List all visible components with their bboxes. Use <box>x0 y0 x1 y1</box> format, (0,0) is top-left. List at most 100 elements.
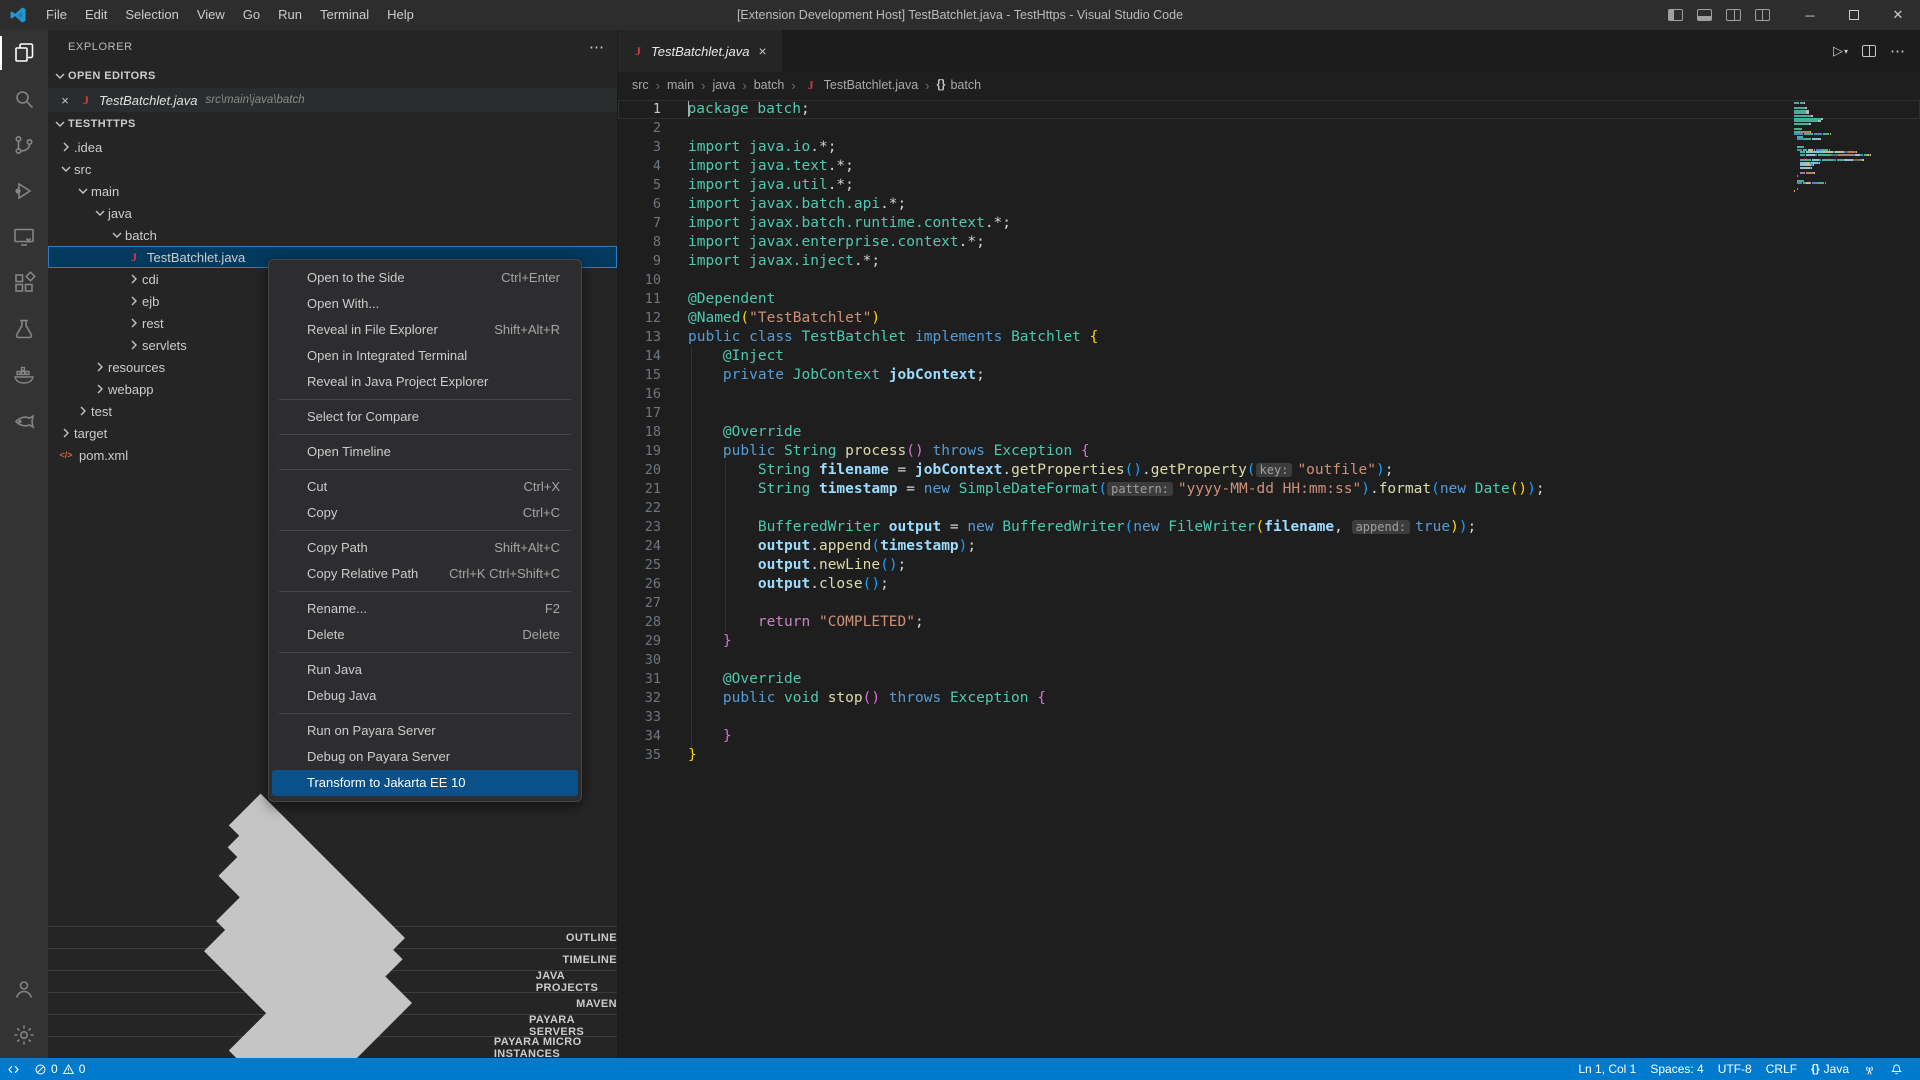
code-line[interactable]: 15 private JobContext jobContext; <box>618 366 1920 385</box>
breadcrumb-item-main[interactable]: main <box>667 78 694 92</box>
context-menu-item-open-timeline[interactable]: Open Timeline <box>272 439 578 465</box>
code-line[interactable]: 9import javax.inject.*; <box>618 252 1920 271</box>
code-line[interactable]: 27 <box>618 594 1920 613</box>
menubar-item-selection[interactable]: Selection <box>116 0 187 30</box>
breadcrumb-item-java[interactable]: java <box>712 78 735 92</box>
run-debug-icon[interactable] <box>0 168 48 214</box>
code-line[interactable]: 24 output.append(timestamp); <box>618 537 1920 556</box>
context-menu-item-open-with[interactable]: Open With... <box>272 291 578 317</box>
code-line[interactable]: 7import javax.batch.runtime.context.*; <box>618 214 1920 233</box>
code-line[interactable]: 34 } <box>618 727 1920 746</box>
close-button[interactable]: ✕ <box>1876 0 1920 30</box>
code-line[interactable]: 30 <box>618 651 1920 670</box>
tree-item-main[interactable]: main <box>48 180 617 202</box>
code-line[interactable]: 16 <box>618 385 1920 404</box>
customize-layout-icon[interactable] <box>1755 9 1770 21</box>
toggle-secondary-sidebar-icon[interactable] <box>1726 9 1741 21</box>
breadcrumb-item-src[interactable]: src <box>632 78 649 92</box>
code-editor[interactable]: 1package batch;23import java.io.*;4impor… <box>618 98 1920 1058</box>
context-menu-item-reveal-in-java-project-explorer[interactable]: Reveal in Java Project Explorer <box>272 369 578 395</box>
open-editors-header[interactable]: OPEN EDITORS <box>48 64 617 88</box>
menubar-item-edit[interactable]: Edit <box>76 0 116 30</box>
code-line[interactable]: 20 String filename = jobContext.getPrope… <box>618 461 1920 480</box>
code-line[interactable]: 11@Dependent <box>618 290 1920 309</box>
code-line[interactable]: 3import java.io.*; <box>618 138 1920 157</box>
context-menu-item-cut[interactable]: CutCtrl+X <box>272 474 578 500</box>
code-line[interactable]: 25 output.newLine(); <box>618 556 1920 575</box>
source-control-icon[interactable] <box>0 122 48 168</box>
context-menu-item-open-in-integrated-terminal[interactable]: Open in Integrated Terminal <box>272 343 578 369</box>
tree-item-idea[interactable]: .idea <box>48 136 617 158</box>
menubar-item-view[interactable]: View <box>188 0 234 30</box>
maximize-button[interactable] <box>1832 0 1876 30</box>
status-language-mode[interactable]: {}Java <box>1804 1058 1856 1080</box>
context-menu-item-select-for-compare[interactable]: Select for Compare <box>272 404 578 430</box>
context-menu-item-copy-relative-path[interactable]: Copy Relative PathCtrl+K Ctrl+Shift+C <box>272 561 578 587</box>
status-indentation[interactable]: Spaces: 4 <box>1643 1058 1710 1080</box>
remote-indicator[interactable] <box>0 1058 27 1080</box>
status-eol[interactable]: CRLF <box>1759 1058 1804 1080</box>
explorer-icon[interactable] <box>0 30 48 76</box>
status-cursor-position[interactable]: Ln 1, Col 1 <box>1571 1058 1643 1080</box>
minimap[interactable] <box>1794 102 1904 193</box>
menubar-item-help[interactable]: Help <box>378 0 423 30</box>
containers-icon[interactable] <box>0 352 48 398</box>
tree-item-java[interactable]: java <box>48 202 617 224</box>
toggle-panel-icon[interactable] <box>1697 9 1712 21</box>
accounts-icon[interactable] <box>0 966 48 1012</box>
code-line[interactable]: 28 return "COMPLETED"; <box>618 613 1920 632</box>
tree-item-src[interactable]: src <box>48 158 617 180</box>
status-notifications[interactable] <box>1883 1058 1910 1080</box>
minimize-button[interactable]: ─ <box>1788 0 1832 30</box>
close-editor-icon[interactable]: × <box>56 93 74 108</box>
code-line[interactable]: 19 public String process() throws Except… <box>618 442 1920 461</box>
context-menu-item-copy[interactable]: CopyCtrl+C <box>272 500 578 526</box>
code-line[interactable]: 33 <box>618 708 1920 727</box>
code-line[interactable]: 6import javax.batch.api.*; <box>618 195 1920 214</box>
code-line[interactable]: 21 String timestamp = new SimpleDateForm… <box>618 480 1920 499</box>
settings-icon[interactable] <box>0 1012 48 1058</box>
code-line[interactable]: 17 <box>618 404 1920 423</box>
project-section-header[interactable]: TESTHTTPS <box>48 112 617 136</box>
remote-explorer-icon[interactable] <box>0 214 48 260</box>
code-line[interactable]: 23 BufferedWriter output = new BufferedW… <box>618 518 1920 537</box>
panel-header-payara-micro-instances[interactable]: PAYARA MICRO INSTANCES <box>48 1036 617 1058</box>
context-menu-item-copy-path[interactable]: Copy PathShift+Alt+C <box>272 535 578 561</box>
split-editor-icon[interactable] <box>1862 45 1876 57</box>
status-encoding[interactable]: UTF-8 <box>1711 1058 1759 1080</box>
context-menu-item-debug-java[interactable]: Debug Java <box>272 683 578 709</box>
breadcrumb-item-testbatchlet-java[interactable]: JTestBatchlet.java <box>803 78 919 93</box>
code-line[interactable]: 8import javax.enterprise.context.*; <box>618 233 1920 252</box>
run-button[interactable]: ▷▾ <box>1833 43 1848 59</box>
code-line[interactable]: 4import java.text.*; <box>618 157 1920 176</box>
menubar-item-terminal[interactable]: Terminal <box>311 0 378 30</box>
search-icon[interactable] <box>0 76 48 122</box>
tree-item-batch[interactable]: batch <box>48 224 617 246</box>
explorer-more-actions-icon[interactable]: ⋯ <box>589 38 605 56</box>
tab-testbatchlet[interactable]: J TestBatchlet.java × <box>618 30 783 72</box>
open-editor-item[interactable]: × J TestBatchlet.java src\main\java\batc… <box>48 88 617 112</box>
code-line[interactable]: 22 <box>618 499 1920 518</box>
code-line[interactable]: 13public class TestBatchlet implements B… <box>618 328 1920 347</box>
context-menu-item-open-to-the-side[interactable]: Open to the SideCtrl+Enter <box>272 265 578 291</box>
menubar-item-go[interactable]: Go <box>234 0 269 30</box>
context-menu-item-rename[interactable]: Rename...F2 <box>272 596 578 622</box>
code-line[interactable]: 18 @Override <box>618 423 1920 442</box>
code-line[interactable]: 14 @Inject <box>618 347 1920 366</box>
testing-icon[interactable] <box>0 306 48 352</box>
editor-more-actions-icon[interactable]: ⋯ <box>1890 42 1906 60</box>
code-line[interactable]: 29 } <box>618 632 1920 651</box>
code-line[interactable]: 12@Named("TestBatchlet") <box>618 309 1920 328</box>
code-line[interactable]: 10 <box>618 271 1920 290</box>
breadcrumb-item-batch[interactable]: {}batch <box>937 78 982 92</box>
context-menu-item-reveal-in-file-explorer[interactable]: Reveal in File ExplorerShift+Alt+R <box>272 317 578 343</box>
code-line[interactable]: 5import java.util.*; <box>618 176 1920 195</box>
context-menu-item-transform-to-jakarta-ee-10[interactable]: Transform to Jakarta EE 10 <box>272 770 578 796</box>
menubar-item-run[interactable]: Run <box>269 0 311 30</box>
extensions-icon[interactable] <box>0 260 48 306</box>
context-menu-item-debug-on-payara-server[interactable]: Debug on Payara Server <box>272 744 578 770</box>
code-line[interactable]: 32 public void stop() throws Exception { <box>618 689 1920 708</box>
status-java-status[interactable] <box>1856 1058 1883 1080</box>
code-line[interactable]: 1package batch; <box>618 100 1920 119</box>
code-line[interactable]: 31 @Override <box>618 670 1920 689</box>
